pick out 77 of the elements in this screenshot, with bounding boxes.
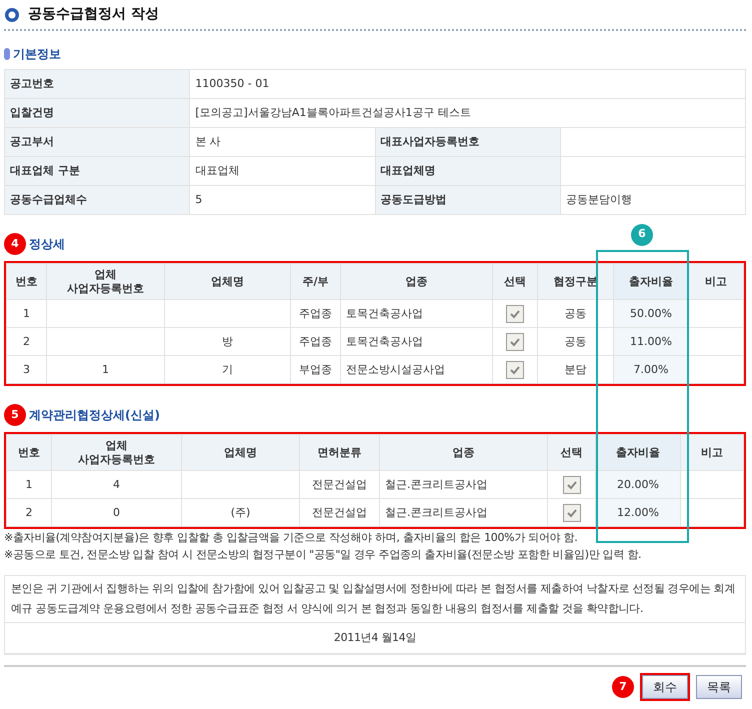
annotation-badge: 5 bbox=[4, 404, 26, 426]
field-value: 1100350 - 01 bbox=[190, 70, 746, 98]
table-cell: 전문건설업 bbox=[300, 498, 380, 526]
button[interactable]: 회수 bbox=[642, 675, 688, 699]
table-cell: 12.00% bbox=[596, 498, 680, 526]
table-cell: 토목건축공사업 bbox=[340, 328, 492, 356]
field-value: 본 사 bbox=[190, 128, 375, 156]
column-header: 출자비율 bbox=[596, 434, 680, 470]
table-cell: 1 bbox=[6, 470, 52, 498]
section-heading: 정상세 bbox=[29, 236, 65, 253]
table-cell: 20.00% bbox=[596, 470, 680, 498]
column-header: 선택 bbox=[492, 264, 538, 300]
table-cell: 2 bbox=[6, 328, 46, 356]
column-header: 선택 bbox=[548, 434, 596, 470]
table-cell: 0 bbox=[52, 498, 182, 526]
field-label: 공동수급업체수 bbox=[4, 186, 190, 214]
column-header: 업체명 bbox=[182, 434, 300, 470]
annotation-badge: 4 bbox=[4, 233, 26, 255]
table-cell: 3 bbox=[6, 356, 46, 384]
column-header: 업종 bbox=[380, 434, 548, 470]
column-header: 번호 bbox=[6, 264, 46, 300]
checkbox[interactable] bbox=[506, 360, 524, 378]
field-label: 대표사업자등록번호 bbox=[375, 128, 560, 156]
table-cell: 1 bbox=[6, 300, 46, 328]
field-value: 공동분담이행 bbox=[560, 186, 746, 214]
table-cell: 전문건설업 bbox=[300, 470, 380, 498]
column-header: 업체 사업자등록번호 bbox=[52, 434, 182, 470]
field-label: 대표업체 구분 bbox=[4, 156, 190, 186]
table-cell: 철근.콘크리트공사업 bbox=[380, 498, 548, 526]
field-label: 입찰건명 bbox=[4, 98, 190, 128]
column-header: 업체명 bbox=[164, 264, 290, 300]
table-cell: 50.00% bbox=[614, 300, 688, 328]
column-header: 출자비율 bbox=[614, 264, 688, 300]
table-cell: 방 bbox=[164, 328, 290, 356]
table-cell: 주업종 bbox=[290, 328, 340, 356]
table-cell: 2 bbox=[6, 498, 52, 526]
column-header: 주/부 bbox=[290, 264, 340, 300]
section-heading: 기본정보 bbox=[13, 46, 61, 63]
table-cell: 철근.콘크리트공사업 bbox=[380, 470, 548, 498]
annotation-badge: 6 bbox=[631, 224, 653, 246]
table-cell: 7.00% bbox=[614, 356, 688, 384]
column-header: 비고 bbox=[680, 434, 744, 470]
field-label: 공고부서 bbox=[4, 128, 190, 156]
table-cell: 주업종 bbox=[290, 300, 340, 328]
table-cell: 1 bbox=[46, 356, 164, 384]
column-header: 면허분류 bbox=[300, 434, 380, 470]
note-text: ※공동으로 토건, 전문소방 입찰 참여 시 전문소방의 협정구분이 "공동"일 경우 주업종의 출자비율(전문소방 포함한 비율임)만 입력 함. bbox=[4, 547, 642, 563]
field-label: 공동도급방법 bbox=[375, 186, 560, 214]
column-header: 협정구분 bbox=[538, 264, 614, 300]
column-header: 번호 bbox=[6, 434, 52, 470]
bullet-icon bbox=[4, 48, 10, 60]
table-cell: 부업종 bbox=[290, 356, 340, 384]
table-cell: 11.00% bbox=[614, 328, 688, 356]
circle-icon bbox=[4, 6, 20, 22]
button[interactable]: 목록 bbox=[696, 675, 742, 699]
column-header: 업종 bbox=[340, 264, 492, 300]
table-cell: 4 bbox=[52, 470, 182, 498]
table-cell: 토목건축공사업 bbox=[340, 300, 492, 328]
section-heading: 계약관리협정상세(신설) bbox=[29, 407, 160, 424]
column-header: 업체 사업자등록번호 bbox=[46, 264, 164, 300]
pledge-text: 본인은 귀 기관에서 집행하는 위의 입찰에 참가함에 있어 입찰공고 및 입찰설명서에 정한바에 따라 본 협정서를 제출하여 낙찰자로 선정될 경우에는 회계예규 공동도급계약 운용요령에서 정한 공동수급표준 협정 서 양식에 의거 본 협정과 동일한 내용의 협정서를 제출할 것을 확약합니다. bbox=[5, 576, 745, 623]
field-label: 대표업체명 bbox=[375, 156, 560, 186]
field-value: 5 bbox=[190, 186, 375, 214]
checkbox[interactable] bbox=[506, 304, 524, 322]
note-text: ※출자비율(계약참여지분율)은 향후 입찰할 총 입찰금액을 기준으로 작성해야 하며, 출자비율의 합은 100%가 되어야 함. bbox=[4, 530, 578, 546]
column-header: 비고 bbox=[688, 264, 744, 300]
checkbox[interactable] bbox=[562, 504, 580, 522]
table-cell: 전문소방시설공사업 bbox=[340, 356, 492, 384]
field-label: 공고번호 bbox=[4, 70, 190, 98]
date-text: 2011년4 월14일 bbox=[5, 623, 745, 654]
checkbox[interactable] bbox=[506, 332, 524, 350]
checkbox[interactable] bbox=[562, 476, 580, 494]
page-title: 공동수급협정서 작성 bbox=[28, 5, 159, 24]
table-cell: (주) bbox=[182, 498, 300, 526]
table-cell: 기 bbox=[164, 356, 290, 384]
annotation-badge: 7 bbox=[612, 676, 634, 698]
field-value: 대표업체 bbox=[190, 156, 375, 186]
